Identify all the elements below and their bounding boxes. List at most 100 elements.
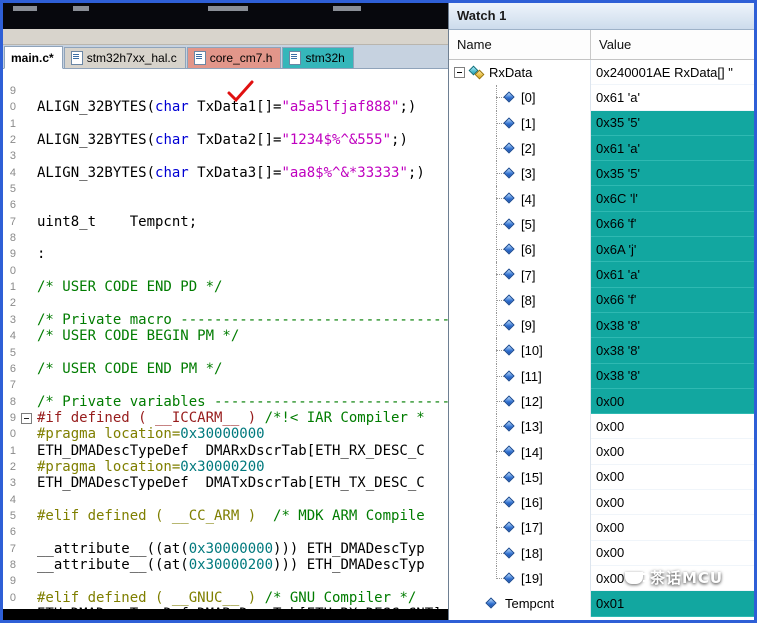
watch-row[interactable]: [17] 0x00 (449, 515, 754, 541)
code-line[interactable]: 2 ALIGN_32BYTES(char TxData2[]="1234$%^&5… (3, 132, 448, 148)
watch-name-cell: [3] (449, 161, 591, 187)
watch-name-cell: [19] (449, 565, 591, 592)
code-line[interactable]: 6 (3, 524, 448, 540)
watch-value: 0x66 'f' (596, 292, 637, 308)
watch-value-cell: 0x61 'a' (591, 135, 754, 162)
watch-value: 0x35 '5' (596, 115, 640, 131)
watch-value: 0x00 (596, 519, 625, 535)
code-line[interactable]: 7 (3, 377, 448, 393)
watch-row[interactable]: [18] 0x00 (449, 540, 754, 566)
watch-value-cell: 0x35 '5' (591, 161, 754, 187)
line-number: 0 (9, 591, 16, 604)
code-segment: ;) (391, 132, 408, 149)
watch-row[interactable]: [1] 0x35 '5' (449, 110, 754, 136)
code-line[interactable]: 6 (3, 197, 448, 213)
code-line[interactable]: 8 /* Private variables ------------------… (3, 394, 448, 410)
code-line[interactable]: 4 /* USER CODE BEGIN PM */ (3, 328, 448, 344)
code-line[interactable]: 7 __attribute__((at(0x30000000))) ETH_DMA… (3, 541, 448, 557)
tab-stm32h7xx-hal-c[interactable]: stm32h7xx_hal.c (63, 47, 186, 68)
tab-label: stm32h (305, 51, 345, 65)
code-line[interactable]: 3 (3, 148, 448, 164)
code-line[interactable]: 0 (3, 263, 448, 279)
code-line[interactable]: 5 (3, 345, 448, 361)
code-segment: /* Private macro -----------------------… (37, 311, 448, 328)
watch-value-cell: 0x00 (591, 541, 754, 566)
watch-diamond-icon (503, 445, 515, 458)
watch-title-bar[interactable]: Watch 1 (449, 3, 754, 30)
watch-value-cell: 0x61 'a' (591, 85, 754, 111)
app-window: main.c* stm32h7xx_hal.c core_cm7.h stm32h 9… (0, 0, 757, 623)
code-line[interactable]: 0 #elif defined ( __GNUC__ ) /* GNU Compi… (3, 590, 448, 606)
watch-row[interactable]: [8] 0x66 'f' (449, 287, 754, 313)
watch-name: [8] (521, 292, 536, 308)
watch-diamond-icon (503, 243, 515, 255)
watch-row[interactable]: [4] 0x6C 'l' (449, 186, 754, 212)
watch-row[interactable]: [9] 0x38 '8' (449, 312, 754, 339)
code-line[interactable]: 4 ALIGN_32BYTES(char TxData3[]="aa8$%^&*3… (3, 165, 448, 181)
watch-value-cell: 0x6C 'l' (591, 186, 754, 212)
code-line[interactable]: 5 (3, 181, 448, 197)
watch-name: [16] (521, 495, 543, 511)
code-line[interactable]: 1 (3, 116, 448, 132)
code-line[interactable]: 7 uint8_t Tempcnt; (3, 214, 448, 230)
code-line[interactable]: 0 #pragma location=0x30000000 (3, 426, 448, 442)
code-line[interactable]: 1 /* USER CODE END PD */ (3, 279, 448, 295)
watch-name: [4] (521, 191, 536, 207)
watch-row[interactable]: [13] 0x00 (449, 414, 754, 440)
watch-row[interactable]: Tempcnt 0x01 (449, 591, 754, 617)
watch-value-cell: 0x66 'f' (591, 211, 754, 238)
watch-value-cell: 0x240001AE RxData[] " (591, 60, 754, 86)
code-line[interactable]: 8 (3, 230, 448, 246)
watch-row[interactable]: [5] 0x66 'f' (449, 211, 754, 238)
code-segment: /* USER CODE BEGIN PM */ (37, 328, 240, 345)
code-line[interactable]: 5 #elif defined ( __CC_ARM ) /* MDK ARM C… (3, 508, 448, 524)
fold-collapse-box-icon[interactable] (21, 412, 32, 424)
fold-margin (16, 475, 37, 491)
code-line[interactable]: 3 ETH_DMADescTypeDef DMATxDscrTab[ETH_TX_… (3, 475, 448, 491)
watch-name: [3] (521, 166, 536, 182)
code-line[interactable]: 9: (3, 246, 448, 262)
tab-main-c[interactable]: main.c* (4, 46, 63, 69)
line-number: 6 (9, 526, 16, 539)
column-header-name[interactable]: Name (449, 30, 591, 59)
code-line[interactable]: 6 /* USER CODE END PM */ (3, 361, 448, 377)
watch-row[interactable]: [16] 0x00 (449, 490, 754, 516)
code-line[interactable]: 9 (3, 573, 448, 589)
column-header-value[interactable]: Value (591, 30, 754, 59)
watch-row[interactable]: [11] 0x38 '8' (449, 363, 754, 389)
watch-value: 0x00 (596, 444, 625, 460)
fold-margin (16, 132, 37, 148)
collapse-minus-box-icon[interactable] (454, 67, 465, 78)
watch-row[interactable]: RxData 0x240001AE RxData[] " (449, 60, 754, 86)
code-line[interactable]: 2 (3, 295, 448, 311)
line-number: 8 (9, 232, 16, 245)
code-line[interactable]: 8 __attribute__((at(0x30000200))) ETH_DMA… (3, 557, 448, 573)
watch-name: [0] (521, 90, 536, 106)
code-line[interactable]: 4 (3, 492, 448, 508)
tab-core-cm7-h[interactable]: core_cm7.h (186, 47, 282, 68)
tab-stm32h[interactable]: stm32h (282, 47, 354, 68)
watch-row[interactable]: [0] 0x61 'a' (449, 85, 754, 111)
code-line[interactable]: 3 /* Private macro ----------------------… (3, 312, 448, 328)
watch-name-cell: [15] (449, 464, 591, 491)
code-editor[interactable]: 9 0 ALIGN_32BYTES(char TxData1[]="a5a5lfja… (3, 69, 448, 620)
watch-row[interactable]: [2] 0x61 'a' (449, 135, 754, 162)
watch-row[interactable]: [15] 0x00 (449, 464, 754, 491)
watch-row[interactable]: [14] 0x00 (449, 439, 754, 465)
watch-row[interactable]: [6] 0x6A 'j' (449, 237, 754, 263)
watch-name: [15] (521, 469, 543, 485)
fold-margin (16, 181, 37, 197)
watch-name: [10] (521, 343, 543, 359)
code-line[interactable]: 1 ETH_DMADescTypeDef DMARxDscrTab[ETH_RX_… (3, 443, 448, 459)
code-line[interactable]: 2 #pragma location=0x30000200 (3, 459, 448, 475)
watch-row[interactable]: [3] 0x35 '5' (449, 161, 754, 187)
code-segment: #pragma location= (37, 458, 181, 475)
watch-row[interactable]: [7] 0x61 'a' (449, 262, 754, 288)
code-text: /* Private variables -------------------… (37, 394, 448, 410)
watch-row[interactable]: [10] 0x38 '8' (449, 338, 754, 364)
code-line[interactable]: 9 #if defined ( __ICCARM__ ) /*!< IAR Com… (3, 410, 448, 426)
watch-row[interactable]: [12] 0x00 (449, 388, 754, 415)
